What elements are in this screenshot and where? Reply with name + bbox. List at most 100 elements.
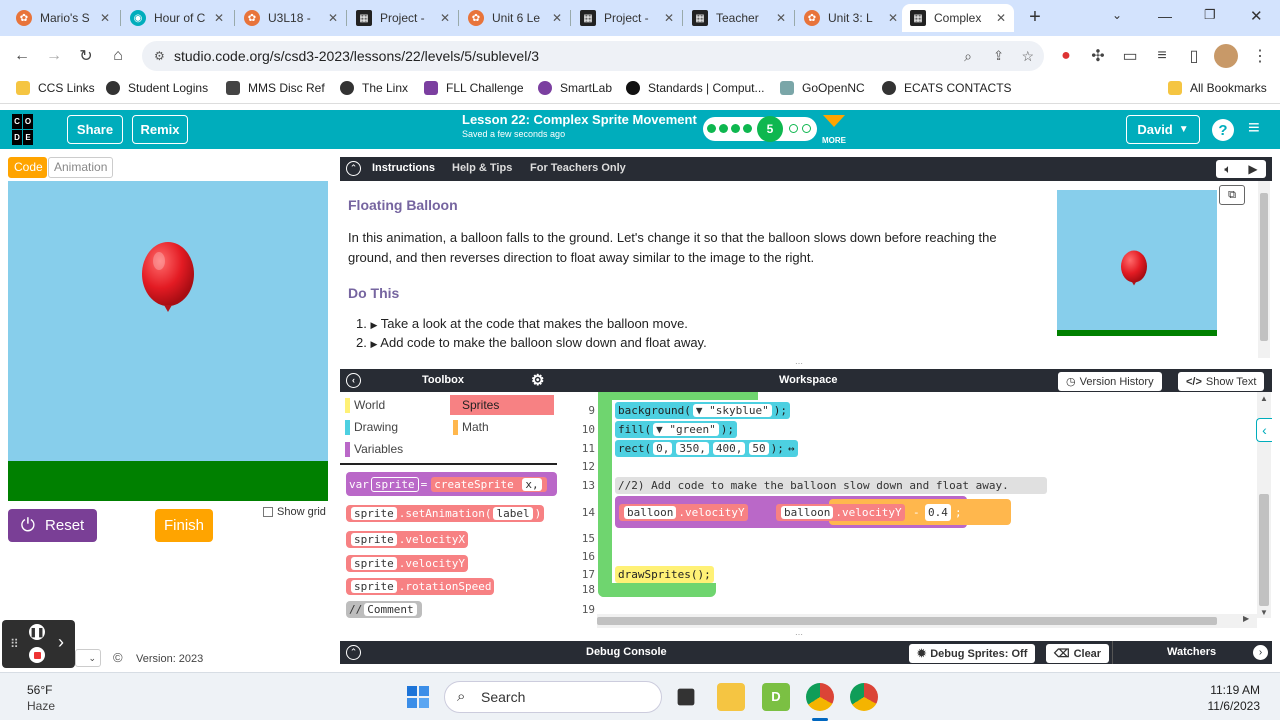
draw-sprites-block[interactable]: drawSprites(); bbox=[615, 566, 714, 583]
browser-tab[interactable]: ✿ Unit 3: L ✕ bbox=[796, 4, 906, 32]
category-drawing[interactable]: Drawing bbox=[342, 417, 446, 437]
scrollbar-thumb[interactable] bbox=[1259, 494, 1269, 606]
level-bubble[interactable] bbox=[802, 124, 811, 133]
reset-button[interactable]: ⏻ Reset bbox=[8, 509, 97, 542]
resize-grip-icon[interactable]: ⋯ bbox=[795, 631, 815, 639]
home-icon[interactable]: ⌂ bbox=[106, 44, 130, 68]
browser-tab[interactable]: ◉ Hour of C ✕ bbox=[122, 4, 232, 32]
level-bubble[interactable] bbox=[731, 124, 740, 133]
level-bubble[interactable] bbox=[707, 124, 716, 133]
language-dropdown[interactable]: ⌄ bbox=[75, 649, 101, 667]
close-icon[interactable]: ✕ bbox=[552, 11, 562, 25]
bookmark-item[interactable]: The Linx bbox=[340, 81, 408, 95]
minimize-icon[interactable]: — bbox=[1158, 8, 1172, 24]
background-block[interactable]: background(▼ "skyblue"); bbox=[615, 402, 790, 419]
user-menu-button[interactable]: David ▼ bbox=[1126, 115, 1200, 144]
text-to-speech-controls[interactable]: 🔈︎ ▶ bbox=[1216, 160, 1266, 178]
expand-triangle-icon[interactable]: ▶ bbox=[370, 320, 377, 330]
balloon-velocity-y-block[interactable]: balloon .velocityY bbox=[619, 504, 748, 521]
balloon-velocity-y-operand[interactable]: balloon .velocityY bbox=[776, 504, 905, 521]
browser-tab[interactable]: ✿ Unit 6 Le ✕ bbox=[460, 4, 570, 32]
weather-desc[interactable]: Haze bbox=[27, 699, 55, 713]
show-text-button[interactable]: </> Show Text bbox=[1178, 372, 1265, 391]
bookmark-item[interactable]: Student Logins bbox=[106, 81, 208, 95]
restore-icon[interactable]: ❐ bbox=[1204, 7, 1216, 23]
browser-tab[interactable]: ▦ Project - ✕ bbox=[348, 4, 458, 32]
scrollbar-thumb[interactable] bbox=[597, 617, 1217, 625]
close-icon[interactable]: ✕ bbox=[996, 11, 1006, 25]
side-panel-icon[interactable]: ▯ bbox=[1182, 44, 1206, 68]
windows-start-icon[interactable] bbox=[404, 683, 432, 711]
hamburger-menu-icon[interactable]: ≡ bbox=[1248, 118, 1260, 138]
reload-icon[interactable]: ↻ bbox=[74, 44, 98, 68]
star-icon[interactable]: ☆ bbox=[1021, 41, 1034, 71]
bookmark-item[interactable]: SmartLab bbox=[538, 81, 612, 95]
step-item[interactable]: 1. ▶ Take a look at the code that makes … bbox=[356, 314, 688, 335]
more-chevron-icon[interactable] bbox=[823, 115, 845, 127]
scrollbar-thumb[interactable] bbox=[1260, 193, 1268, 341]
side-drawer-toggle[interactable]: ‹ bbox=[1256, 418, 1272, 442]
close-icon[interactable]: ✕ bbox=[440, 11, 450, 25]
bookmark-item[interactable]: FLL Challenge bbox=[424, 81, 524, 95]
level-bubble[interactable] bbox=[719, 124, 728, 133]
close-icon[interactable]: ✕ bbox=[664, 11, 674, 25]
clear-button[interactable]: ⌫ Clear bbox=[1046, 644, 1110, 663]
current-level-bubble[interactable]: 5 bbox=[757, 116, 783, 142]
comment-block[interactable]: //Comment bbox=[346, 601, 422, 618]
category-world[interactable]: World bbox=[342, 395, 446, 415]
browser-tab[interactable]: ▦ Project - ✕ bbox=[572, 4, 682, 32]
fill-block[interactable]: fill(▼ "green"); bbox=[615, 421, 737, 438]
all-bookmarks[interactable]: All Bookmarks bbox=[1168, 81, 1267, 95]
more-label[interactable]: MORE bbox=[822, 136, 846, 145]
drag-handle-icon[interactable]: ⠿ bbox=[10, 637, 19, 651]
extensions-puzzle-icon[interactable]: ✣ bbox=[1086, 44, 1110, 68]
resize-grip-icon[interactable]: ⋯ bbox=[795, 360, 815, 368]
tab-for-teachers[interactable]: For Teachers Only bbox=[530, 162, 626, 174]
empty-line-slot[interactable] bbox=[615, 458, 629, 474]
chrome-icon[interactable] bbox=[850, 683, 878, 711]
tab-search-chevron-icon[interactable]: ⌄ bbox=[1112, 8, 1122, 22]
scroll-down-icon[interactable]: ▼ bbox=[1257, 608, 1271, 617]
tab-help-tips[interactable]: Help & Tips bbox=[452, 162, 512, 174]
bookmark-item[interactable]: Standards | Comput... bbox=[626, 81, 765, 95]
cast-icon[interactable]: ▭ bbox=[1118, 44, 1142, 68]
bookmark-item[interactable]: ECATS CONTACTS bbox=[882, 81, 1012, 95]
collapse-chevron-icon[interactable]: ⌃ bbox=[346, 161, 361, 176]
copyright-icon[interactable]: © bbox=[113, 650, 123, 665]
close-icon[interactable]: ✕ bbox=[328, 11, 338, 25]
close-icon[interactable]: ✕ bbox=[214, 11, 224, 25]
debug-console-title[interactable]: Debug Console bbox=[586, 646, 667, 658]
chevron-right-icon[interactable]: › bbox=[58, 632, 64, 653]
bookmark-item[interactable]: CCS Links bbox=[16, 81, 95, 95]
tab-code[interactable]: Code bbox=[8, 157, 47, 178]
close-window-icon[interactable]: ✕ bbox=[1250, 7, 1263, 25]
function-block-frame[interactable] bbox=[598, 392, 612, 597]
debug-sprites-button[interactable]: ✹ Debug Sprites: Off bbox=[909, 644, 1036, 663]
image-expand-icon[interactable]: ⧉ bbox=[1219, 185, 1245, 205]
category-variables[interactable]: Variables bbox=[342, 439, 446, 459]
back-arrow-icon[interactable]: ← bbox=[10, 44, 34, 68]
set-animation-block[interactable]: sprite .setAnimation(label) bbox=[346, 505, 545, 522]
chrome-profile-icon[interactable] bbox=[806, 683, 834, 711]
scroll-right-icon[interactable]: ▶ bbox=[1243, 614, 1249, 623]
level-bubble[interactable] bbox=[743, 124, 752, 133]
bookmark-item[interactable]: GoOpenNC bbox=[780, 81, 865, 95]
step-item[interactable]: 2. ▶ Add code to make the balloon slow d… bbox=[356, 333, 707, 354]
workspace-panel[interactable]: 9 10 11 12 13 14 15 16 17 18 19 backgrou… bbox=[557, 392, 1272, 630]
pause-icon[interactable]: ❚❚ bbox=[29, 624, 45, 640]
zoom-icon[interactable]: ⌕ bbox=[964, 41, 972, 71]
browser-tab[interactable]: ✿ U3L18 - ✕ bbox=[236, 4, 346, 32]
share-button[interactable]: Share bbox=[67, 115, 123, 144]
close-icon[interactable]: ✕ bbox=[888, 11, 898, 25]
velocity-y-block[interactable]: sprite .velocityY bbox=[346, 555, 468, 572]
browser-tab-active[interactable]: ▦ Complex ✕ bbox=[902, 4, 1014, 32]
function-block-bottom[interactable] bbox=[598, 583, 716, 597]
browser-menu-icon[interactable]: ⋮ bbox=[1248, 44, 1272, 68]
forward-arrow-icon[interactable]: → bbox=[42, 44, 66, 68]
collapse-left-icon[interactable]: ‹ bbox=[346, 373, 361, 388]
arrow-left-right-icon[interactable]: ↔ bbox=[788, 442, 795, 455]
chevron-right-icon[interactable]: › bbox=[1253, 645, 1268, 660]
close-icon[interactable]: ✕ bbox=[100, 11, 110, 25]
browser-tab[interactable]: ✿ Mario's S ✕ bbox=[8, 4, 118, 32]
tab-instructions[interactable]: Instructions bbox=[372, 162, 435, 174]
